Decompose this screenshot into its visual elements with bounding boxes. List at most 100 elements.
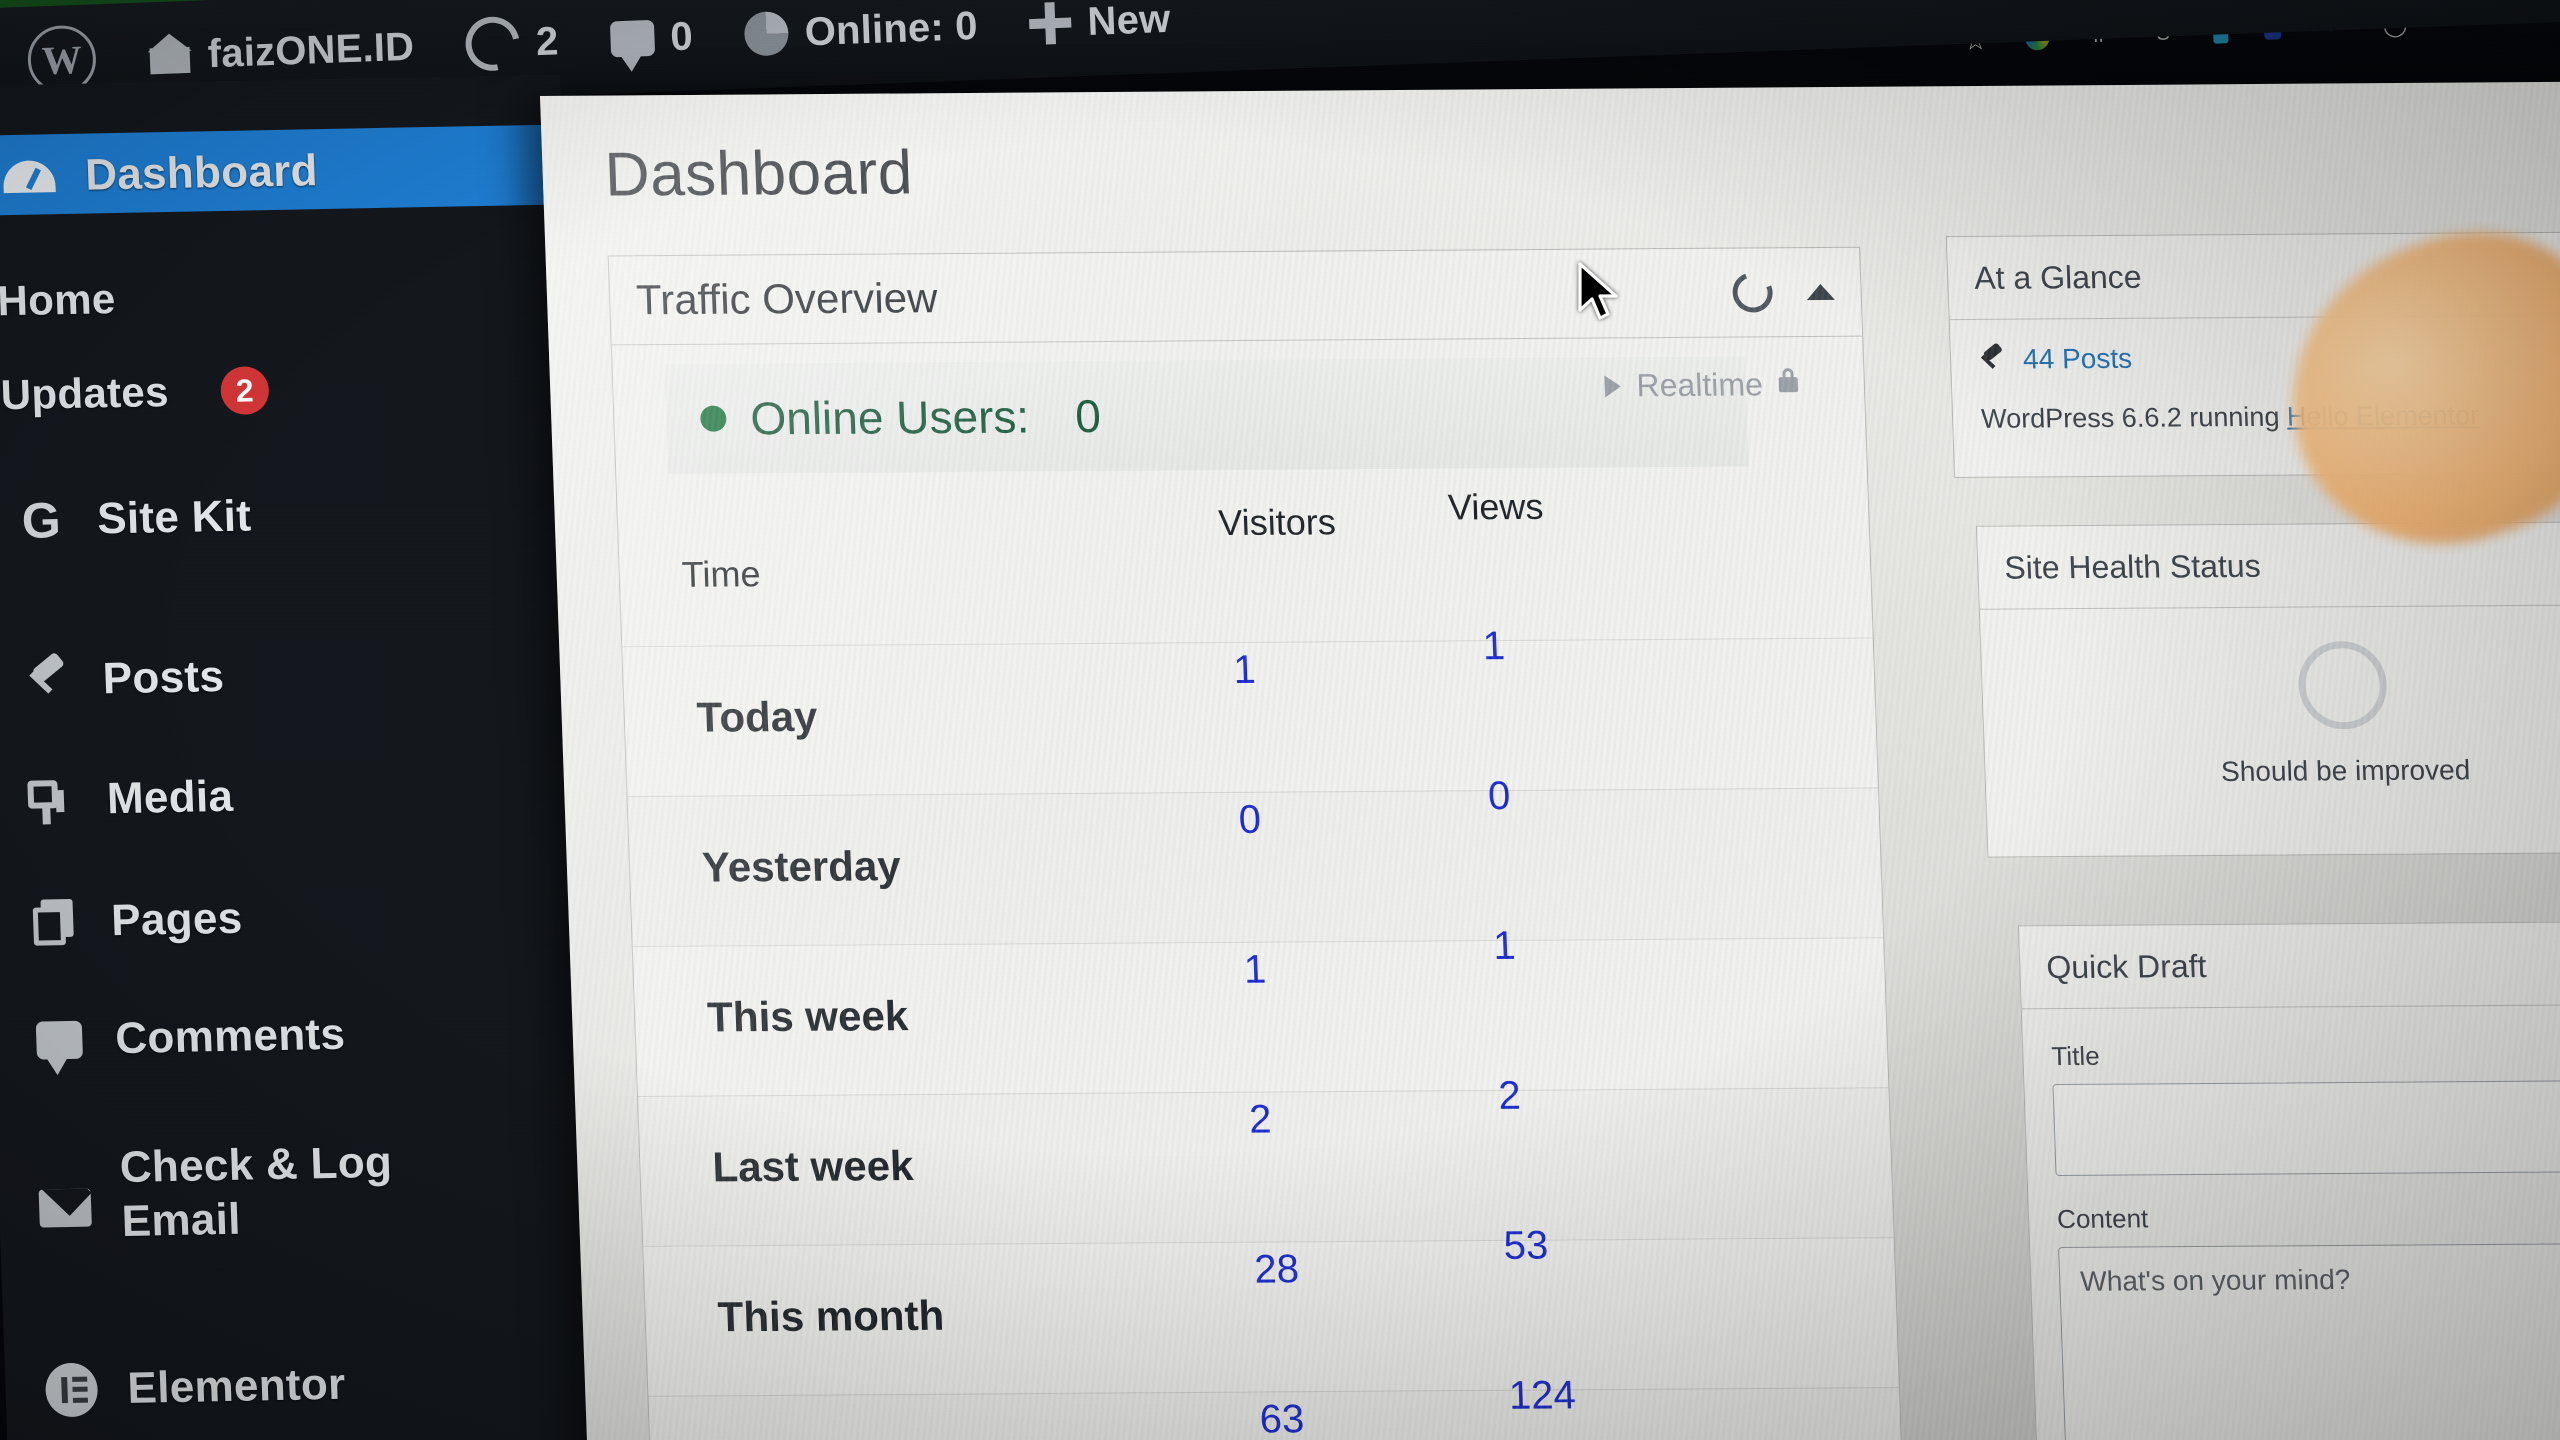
sidebar-item-media[interactable]: Media bbox=[24, 771, 234, 827]
row-visitors: 1 bbox=[1243, 947, 1267, 992]
table-row: This week 1 1 bbox=[632, 924, 1889, 1096]
sidebar-item-label: Comments bbox=[114, 1009, 346, 1064]
comments-count-label: 0 bbox=[669, 13, 694, 59]
new-label: New bbox=[1086, 0, 1172, 44]
table-row: This month 28 53 bbox=[643, 1224, 1899, 1396]
draft-content-label: Content bbox=[2056, 1203, 2149, 1234]
row-views: 0 bbox=[1487, 773, 1512, 819]
column-header-visitors: Visitors bbox=[1217, 501, 1337, 544]
posts-count-label: 44 Posts bbox=[2022, 342, 2133, 375]
realtime-button[interactable]: Realtime bbox=[1604, 366, 1799, 404]
health-gauge-icon bbox=[2297, 640, 2389, 730]
row-visitors: 63 bbox=[1258, 1397, 1305, 1440]
admin-sidebar: Dashboard Home Updates 2 G Site Kit Post… bbox=[0, 74, 610, 1440]
sidebar-item-home[interactable]: Home bbox=[0, 275, 116, 325]
draft-content-placeholder: What's on your mind? bbox=[2079, 1263, 2351, 1297]
row-visitors: 1 bbox=[1232, 647, 1257, 692]
sidebar-item-label: Pages bbox=[110, 893, 244, 946]
sidebar-item-pages[interactable]: Pages bbox=[28, 893, 243, 949]
row-visitors: 2 bbox=[1248, 1097, 1273, 1142]
comments-menu[interactable]: 0 bbox=[584, 13, 720, 63]
site-health-widget: Site Health Status Should be improved bbox=[1975, 520, 2560, 858]
plus-icon bbox=[1029, 2, 1073, 46]
google-g-icon: G bbox=[20, 492, 62, 549]
home-icon bbox=[147, 35, 192, 77]
refresh-icon[interactable] bbox=[1726, 265, 1779, 319]
at-a-glance-title: At a Glance bbox=[1973, 258, 2143, 296]
sidebar-item-site-kit[interactable]: G Site Kit bbox=[14, 490, 253, 549]
draft-title-label: Title bbox=[2050, 1040, 2101, 1072]
column-header-time: Time bbox=[681, 553, 762, 595]
sidebar-item-label: Posts bbox=[101, 651, 225, 704]
traffic-table-header: Time Visitors Views bbox=[617, 486, 1871, 605]
online-count-label: Online: 0 bbox=[803, 3, 979, 54]
online-users-value: 0 bbox=[1074, 389, 1102, 443]
quick-draft-header: Quick Draft bbox=[2018, 921, 2560, 1010]
row-views: 2 bbox=[1497, 1073, 1522, 1118]
row-time: This month bbox=[716, 1291, 945, 1341]
sidebar-item-label: Elementor bbox=[126, 1359, 347, 1413]
new-content-menu[interactable]: New bbox=[1003, 0, 1197, 48]
draft-title-input[interactable] bbox=[2052, 1079, 2560, 1177]
site-name-label: faizONE.ID bbox=[206, 24, 415, 76]
comment-icon bbox=[609, 19, 656, 58]
quick-draft-body: Title Content What's on your mind? bbox=[2022, 1004, 2560, 1440]
sidebar-item-dashboard[interactable]: Dashboard bbox=[2, 145, 319, 203]
pie-chart-icon bbox=[744, 10, 790, 57]
pin-icon bbox=[20, 654, 74, 707]
row-views: 53 bbox=[1502, 1223, 1550, 1268]
comment-icon bbox=[32, 1014, 86, 1067]
sidebar-item-label: Site Kit bbox=[96, 491, 253, 544]
draft-content-textarea[interactable]: What's on your mind? bbox=[2058, 1242, 2560, 1440]
updates-badge: 2 bbox=[219, 366, 270, 416]
lock-icon bbox=[1778, 377, 1799, 393]
row-time: This week bbox=[706, 992, 909, 1041]
sidebar-item-posts[interactable]: Posts bbox=[20, 651, 225, 707]
column-header-views: Views bbox=[1447, 485, 1545, 528]
online-status-dot-icon bbox=[699, 405, 727, 432]
row-visitors: 0 bbox=[1237, 797, 1262, 842]
site-name-menu[interactable]: faizONE.ID bbox=[121, 23, 441, 80]
envelope-icon bbox=[38, 1182, 92, 1235]
site-health-body: Should be improved bbox=[1980, 605, 2560, 814]
sidebar-item-label: Check & Log Email bbox=[118, 1137, 393, 1246]
online-stats-menu[interactable]: Online: 0 bbox=[718, 3, 1004, 58]
table-row: 63 124 bbox=[648, 1373, 1904, 1440]
row-time: Yesterday bbox=[701, 842, 902, 891]
row-views: 124 bbox=[1508, 1373, 1577, 1418]
admin-content-area: Dashboard Traffic Overview Online Users:… bbox=[540, 81, 2560, 1440]
page-title: Dashboard bbox=[603, 138, 914, 210]
caret-up-icon[interactable] bbox=[1806, 283, 1835, 301]
online-users-strip: Online Users: 0 bbox=[664, 356, 1749, 474]
updates-menu[interactable]: 2 bbox=[439, 6, 585, 82]
site-health-title: Site Health Status bbox=[2003, 547, 2262, 586]
refresh-icon bbox=[455, 6, 531, 82]
traffic-overview-widget: Traffic Overview Online Users: 0 Realtim… bbox=[607, 246, 1905, 1440]
realtime-label: Realtime bbox=[1635, 366, 1764, 404]
dashboard-icon bbox=[2, 150, 56, 203]
version-prefix: WordPress 6.6.2 running bbox=[1980, 401, 2288, 434]
updates-count-label: 2 bbox=[535, 18, 560, 64]
row-views: 1 bbox=[1482, 624, 1506, 669]
sidebar-item-check-log-email[interactable]: Check & Log Email bbox=[37, 1135, 453, 1250]
row-time: Today bbox=[695, 692, 819, 741]
site-health-status: Should be improved bbox=[2220, 754, 2471, 788]
media-icon bbox=[24, 774, 78, 827]
sidebar-item-label: Updates bbox=[0, 368, 170, 419]
elementor-icon bbox=[44, 1362, 99, 1418]
table-row: Today 1 1 bbox=[622, 624, 1878, 796]
sidebar-item-updates[interactable]: Updates 2 bbox=[0, 366, 270, 419]
sidebar-item-comments[interactable]: Comments bbox=[32, 1009, 346, 1067]
row-views: 1 bbox=[1492, 923, 1517, 969]
pages-icon bbox=[28, 896, 82, 949]
sidebar-item-label: Media bbox=[106, 771, 235, 824]
sidebar-item-elementor[interactable]: Elementor bbox=[44, 1359, 347, 1418]
row-time: Last week bbox=[711, 1142, 915, 1191]
quick-draft-widget: Quick Draft Title Content What's on your… bbox=[2017, 920, 2560, 1440]
sidebar-item-label: Dashboard bbox=[84, 146, 319, 200]
sidebar-item-label: Home bbox=[0, 275, 117, 325]
monitor-photo: ☆ fr S ● ◯ W faizONE.ID 2 0 Online: 0 bbox=[0, 0, 2560, 1440]
row-visitors: 28 bbox=[1253, 1247, 1300, 1292]
traffic-overview-header: Traffic Overview bbox=[608, 247, 1863, 346]
play-icon bbox=[1604, 374, 1621, 397]
